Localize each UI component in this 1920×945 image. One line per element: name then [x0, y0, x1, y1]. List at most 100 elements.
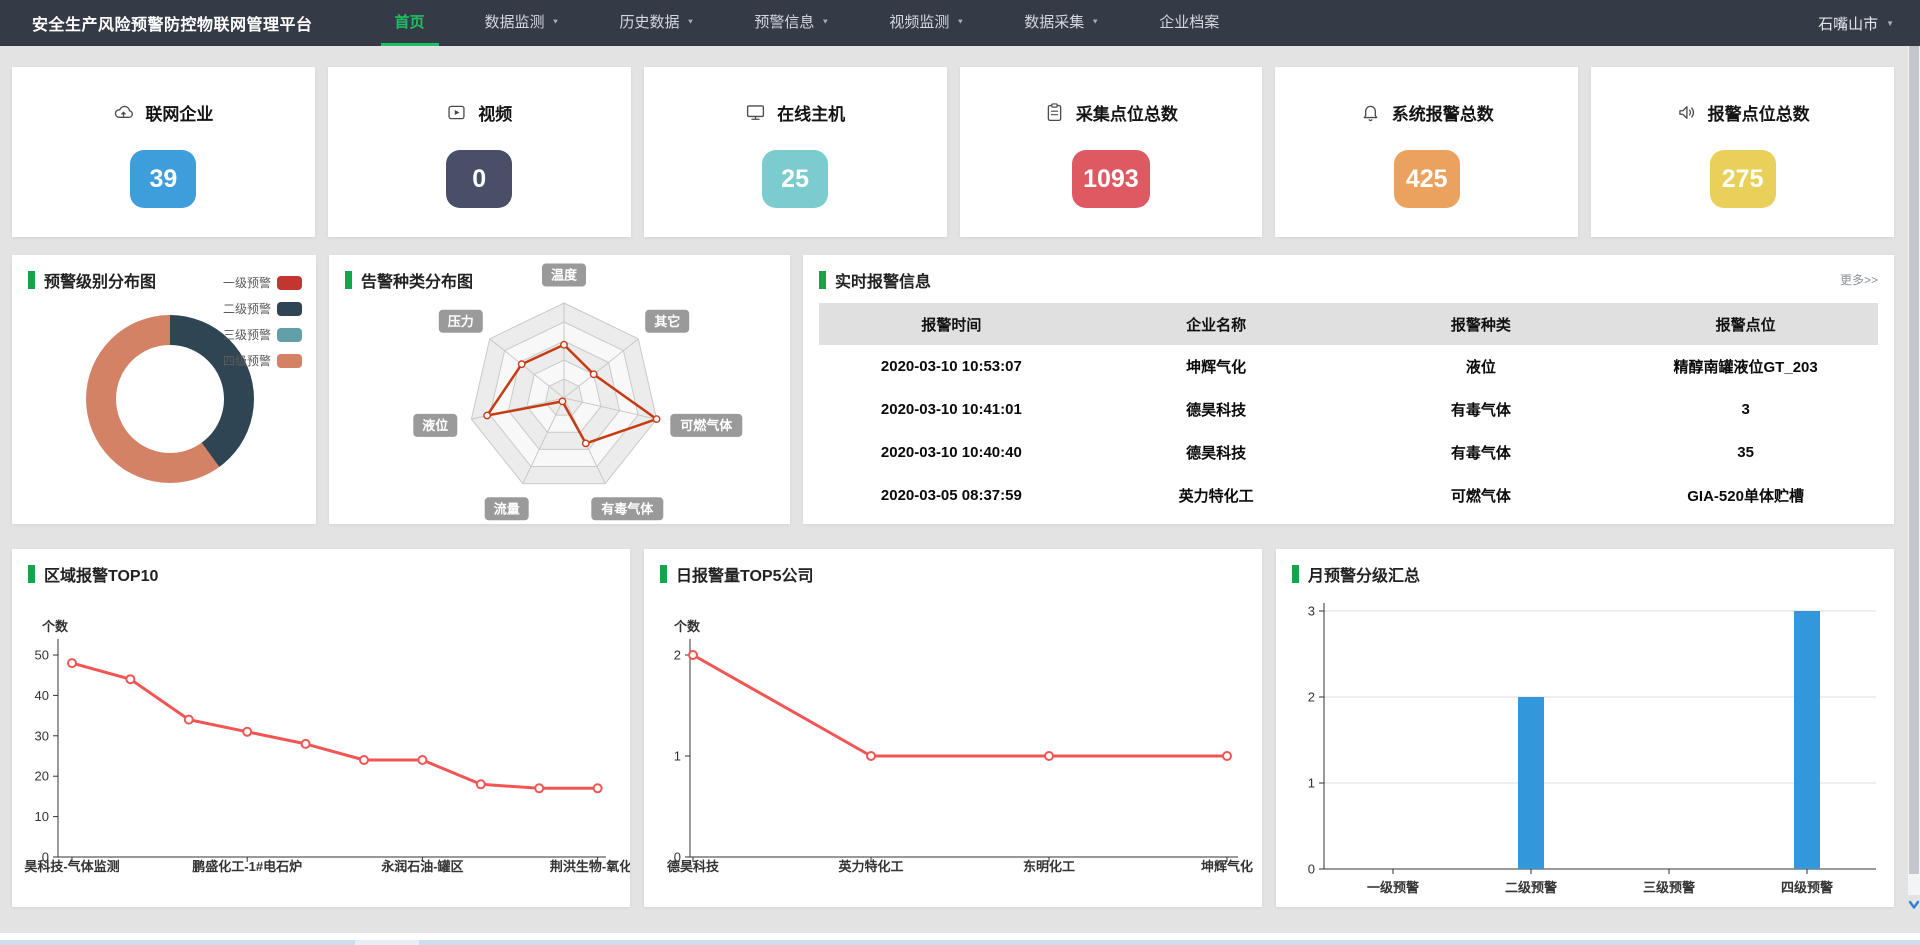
alarm-cell: 2020-03-10 10:40:40 [819, 431, 1084, 474]
svg-text:50: 50 [35, 648, 49, 663]
alarm-cell: 2020-03-05 08:37:59 [819, 474, 1084, 517]
nav-item-home[interactable]: 首页 [381, 0, 439, 46]
svg-text:三级预警: 三级预警 [1643, 880, 1695, 895]
panel-title-text: 月预警分级汇总 [1308, 562, 1420, 586]
app-title: 安全生产风险预警防控物联网管理平台 [32, 11, 313, 35]
alarm-col-header: 报警种类 [1349, 303, 1614, 345]
panel-title: 告警种类分布图 [345, 268, 774, 292]
svg-text:40: 40 [35, 688, 49, 703]
legend-label: 一级预警 [223, 274, 271, 291]
monitor-icon [745, 102, 766, 123]
chevron-down-icon: ▼ [956, 18, 964, 26]
panel-alarm-type-radar: 告警种类分布图 温度其它可燃气体有毒气体流量液位压力 [329, 255, 790, 524]
stat-label: 报警点位总数 [1708, 100, 1810, 125]
pie-legend: 一级预警二级预警三级预警四级预警 [223, 274, 302, 369]
legend-item[interactable]: 二级预警 [223, 300, 302, 317]
legend-item[interactable]: 一级预警 [223, 274, 302, 291]
svg-text:1: 1 [674, 749, 681, 764]
alarm-cell: 3 [1613, 388, 1878, 431]
panel-title-text: 实时报警信息 [835, 268, 931, 292]
svg-text:压力: 压力 [448, 314, 474, 329]
svg-text:2: 2 [674, 648, 681, 663]
svg-text:东明化工: 东明化工 [1023, 859, 1075, 874]
line-chart-daily-top5: 012个数德昊科技英力特化工东明化工坤辉气化 [660, 590, 1246, 886]
region-selector[interactable]: 石嘴山市 ▼ [1818, 13, 1894, 34]
panel-title-text: 预警级别分布图 [44, 268, 156, 292]
svg-text:0: 0 [1308, 862, 1315, 877]
title-marker [28, 565, 35, 583]
panel-title-text: 区域报警TOP10 [44, 562, 158, 586]
legend-item[interactable]: 三级预警 [223, 326, 302, 343]
svg-text:3: 3 [1308, 604, 1315, 619]
alarm-cell: 德昊科技 [1084, 431, 1349, 474]
nav-item-label: 视频监测 [889, 11, 949, 32]
panel-title-text: 告警种类分布图 [361, 268, 473, 292]
nav-item-video-monitor[interactable]: 视频监测 ▼ [875, 0, 978, 46]
stat-label: 视频 [478, 100, 512, 125]
stat-label: 采集点位总数 [1076, 100, 1178, 125]
video-icon [446, 102, 467, 123]
navbar: 安全生产风险预警防控物联网管理平台 首页数据监测▼历史数据▼预警信息▼视频监测▼… [0, 0, 1920, 46]
svg-text:液位: 液位 [422, 418, 448, 433]
title-marker [819, 271, 826, 289]
chevron-down-icon: ▼ [1886, 19, 1894, 28]
legend-color-chip [277, 328, 302, 342]
nav-item-label: 数据监测 [485, 11, 545, 32]
alarm-cell: 2020-03-10 10:53:07 [819, 345, 1084, 388]
stat-value-badge: 1093 [1072, 150, 1150, 208]
alarm-cell: 2020-03-10 10:41:01 [819, 388, 1084, 431]
alarm-cell: 英力特化工 [1084, 474, 1349, 517]
svg-text:可燃气体: 可燃气体 [680, 418, 733, 433]
alarm-cell: 精醇南罐液位GT_203 [1613, 345, 1878, 388]
svg-text:二级预警: 二级预警 [1505, 880, 1557, 895]
svg-text:荆洪生物-氧化反: 荆洪生物-氧化反 [550, 859, 630, 874]
panel-title: 月预警分级汇总 [1292, 562, 1878, 586]
alarm-col-header: 报警点位 [1613, 303, 1878, 345]
alarm-cell: 有毒气体 [1349, 431, 1614, 474]
scrollbar-thumb[interactable] [1909, 46, 1919, 874]
stat-label: 联网企业 [145, 100, 213, 125]
panel-title: 日报警量TOP5公司 [660, 562, 1246, 586]
svg-text:德昊科技: 德昊科技 [667, 859, 720, 874]
legend-color-chip [277, 354, 302, 368]
bottom-white-strip [0, 933, 1920, 940]
svg-text:20: 20 [35, 769, 49, 784]
nav-item-data-collect[interactable]: 数据采集▼ [1010, 0, 1113, 46]
stat-card: 报警点位总数275 [1591, 67, 1894, 237]
alarm-cell: 有毒气体 [1349, 388, 1614, 431]
legend-item[interactable]: 四级预警 [223, 352, 302, 369]
nav-item-enterprise-archive[interactable]: 企业档案 [1145, 0, 1233, 46]
nav-menu: 首页数据监测▼ 历史数据▼ 预警信息 ▼ 视频监测 ▼ 数据采集▼ 企业档案 [365, 0, 1250, 46]
alarm-cell: 德昊科技 [1084, 388, 1349, 431]
stat-card: 采集点位总数 1093 [960, 67, 1263, 237]
more-link[interactable]: 更多>> [1840, 271, 1878, 288]
nav-item-history-data[interactable]: 历史数据▼ [605, 0, 708, 46]
nav-item-warning-info[interactable]: 预警信息 ▼ [740, 0, 843, 46]
scroll-down-chevron-icon[interactable] [1908, 898, 1920, 912]
stat-card: 视频0 [328, 67, 631, 237]
stat-value-badge: 25 [762, 150, 828, 208]
alarm-header-row: 报警时间企业名称报警种类报警点位 [819, 303, 1878, 345]
svg-text:有毒气体: 有毒气体 [601, 501, 654, 516]
svg-text:一级预警: 一级预警 [1367, 880, 1419, 895]
stats-row: 联网企业39视频0在线主机25采集点位总数1093系统报警总数425报警点位总数… [12, 67, 1894, 237]
bar-chart-monthly-levels: 0123一级预警二级预警三级预警四级预警 [1292, 590, 1878, 886]
chevron-down-icon: ▼ [821, 18, 829, 26]
vertical-scrollbar[interactable] [1908, 46, 1920, 895]
line-chart-region-top10: 01020304050个数昊科技-气体监测鹏盛化工-1#电石炉永润石油-罐区荆洪… [28, 590, 614, 886]
svg-text:2: 2 [1308, 690, 1315, 705]
stat-value-badge: 425 [1394, 150, 1460, 208]
stat-value-badge: 39 [130, 150, 196, 208]
alarm-cell: 35 [1613, 431, 1878, 474]
alarm-table-row: 2020-03-10 10:53:07坤辉气化液位精醇南罐液位GT_203 [819, 345, 1878, 388]
svg-text:四级预警: 四级预警 [1781, 880, 1833, 895]
nav-item-label: 数据采集 [1024, 11, 1084, 32]
nav-item-label: 预警信息 [754, 11, 814, 32]
nav-item-label: 企业档案 [1159, 11, 1219, 32]
alarm-col-header: 报警时间 [819, 303, 1084, 345]
nav-item-data-monitor[interactable]: 数据监测▼ [471, 0, 574, 46]
legend-label: 三级预警 [223, 326, 271, 343]
svg-text:鹏盛化工-1#电石炉: 鹏盛化工-1#电石炉 [192, 859, 302, 874]
svg-text:永润石油-罐区: 永润石油-罐区 [380, 859, 463, 874]
legend-label: 二级预警 [223, 300, 271, 317]
